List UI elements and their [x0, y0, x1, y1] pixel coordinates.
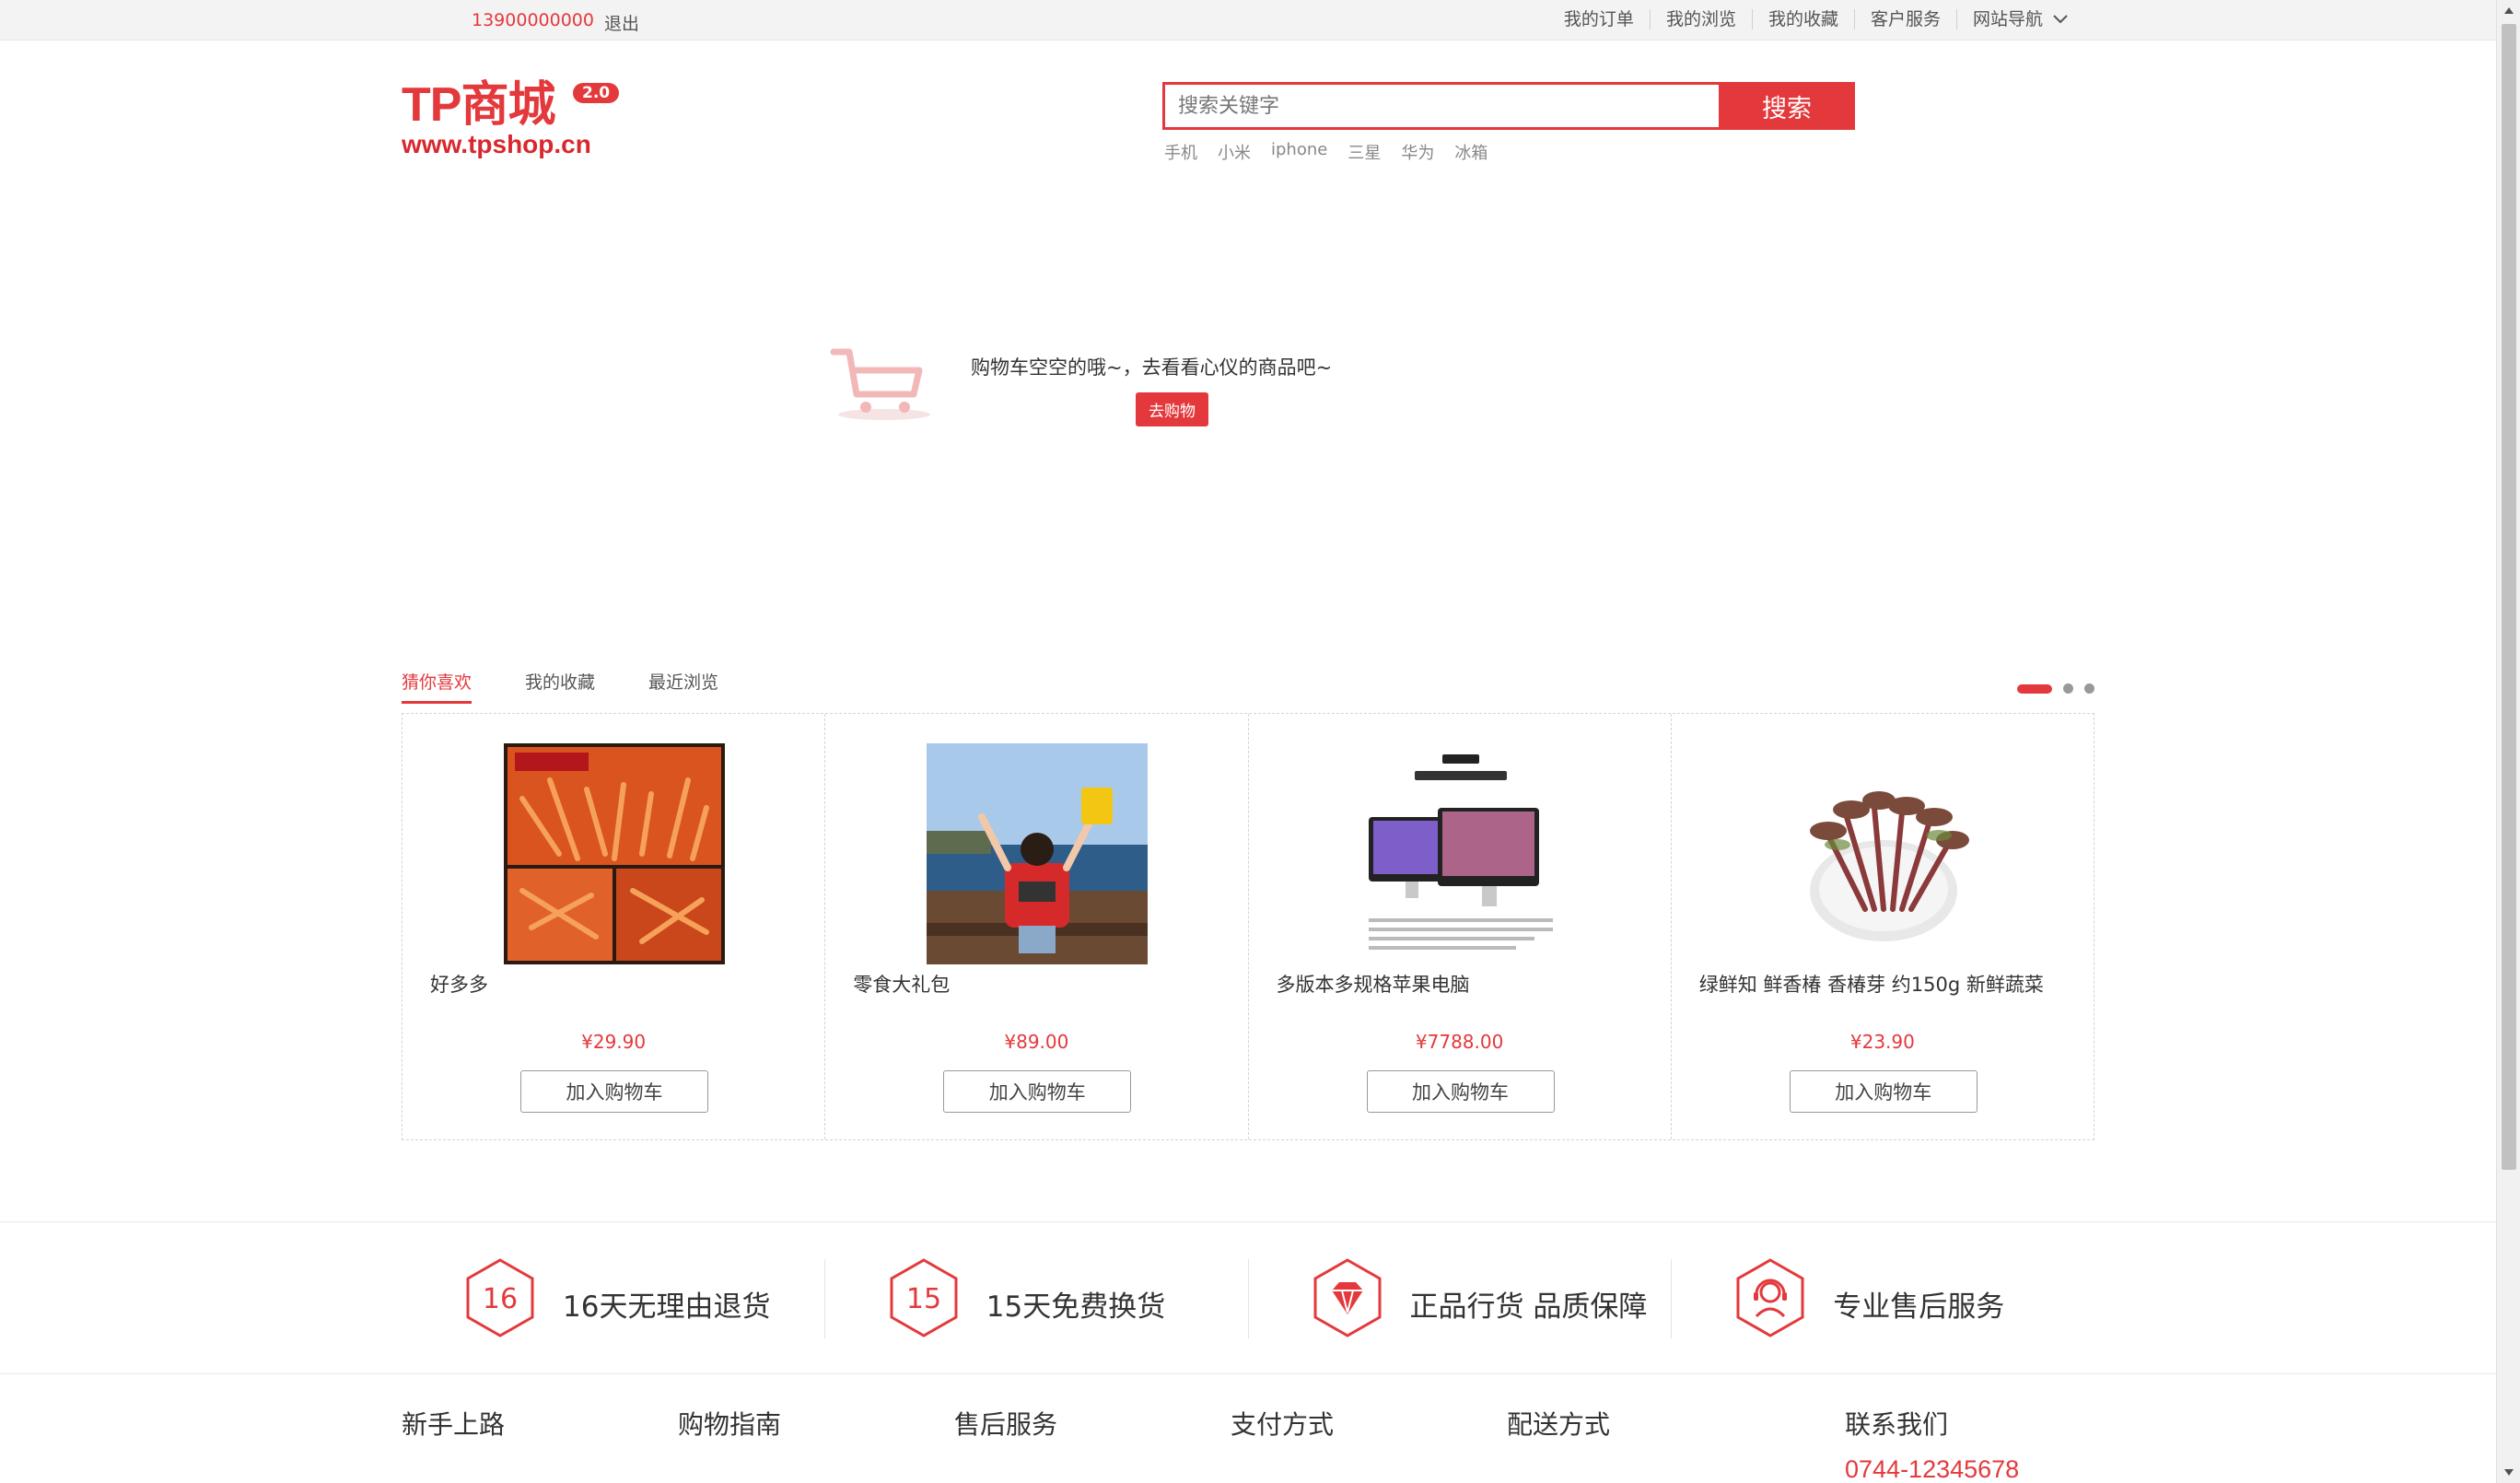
- product-price: ¥29.90: [581, 1031, 647, 1053]
- carousel-dot[interactable]: [2084, 683, 2094, 694]
- badge-16-icon: 16: [466, 1258, 534, 1337]
- product-list: 好多多 ¥29.90 加入购物车 零食大礼包 ¥89.00 加入购物车 多版本多…: [402, 713, 2094, 1140]
- my-orders-link[interactable]: 我的订单: [1548, 9, 1651, 29]
- hotword-link[interactable]: 手机: [1164, 140, 1197, 164]
- top-bar: 13900000000 退出 我的订单 我的浏览 我的收藏 客户服务 网站导航: [0, 0, 2496, 41]
- scroll-down-arrow-icon[interactable]: [2504, 1469, 2514, 1476]
- product-card: 绿鲜知 鲜香椿 香椿芽 约150g 新鲜蔬菜 ¥23.90 加入购物车: [1672, 714, 2094, 1139]
- product-card: 零食大礼包 ¥89.00 加入购物车: [825, 714, 1249, 1139]
- site-logo[interactable]: TP商城 2.0 www.tpshop.cn: [402, 77, 632, 166]
- product-price: ¥23.90: [1849, 1031, 1915, 1053]
- hot-keywords: 手机 小米 iphone 三星 华为 冰箱: [1164, 140, 1508, 164]
- footer-col-title: 支付方式: [1231, 1409, 1335, 1440]
- badge-number: 16: [483, 1283, 518, 1315]
- my-browsing-link[interactable]: 我的浏览: [1651, 9, 1753, 29]
- product-card: 好多多 ¥29.90 加入购物车: [402, 714, 826, 1139]
- support-agent-icon: [1736, 1258, 1804, 1337]
- hotword-link[interactable]: 小米: [1218, 140, 1251, 164]
- empty-cart-icon: [830, 348, 930, 420]
- girl-at-sea-image[interactable]: [927, 743, 1149, 964]
- service-item: 16 16天无理由退货: [402, 1258, 825, 1338]
- scrollbar-thumb[interactable]: [2502, 24, 2516, 1170]
- chevron-down-icon[interactable]: [2050, 9, 2071, 29]
- carousel-indicator: [2017, 683, 2094, 694]
- logout-link[interactable]: 退出: [604, 10, 639, 35]
- product-name[interactable]: 好多多: [430, 970, 488, 998]
- site-nav-link[interactable]: 网站导航: [1957, 9, 2050, 29]
- product-price: ¥7788.00: [1415, 1031, 1504, 1053]
- vertical-scrollbar[interactable]: [2496, 0, 2520, 1483]
- hotword-link[interactable]: 冰箱: [1454, 140, 1488, 164]
- go-shopping-button[interactable]: 去购物: [1136, 392, 1208, 426]
- top-links: 我的订单 我的浏览 我的收藏 客户服务 网站导航: [1548, 9, 2071, 29]
- product-name[interactable]: 绿鲜知 鲜香椿 香椿芽 约150g 新鲜蔬菜: [1699, 970, 2044, 998]
- add-to-cart-button[interactable]: 加入购物车: [520, 1070, 708, 1113]
- add-to-cart-button[interactable]: 加入购物车: [1789, 1070, 1978, 1113]
- service-item: 专业售后服务: [1672, 1258, 2094, 1338]
- search-bar: 搜索: [1162, 82, 1855, 130]
- add-to-cart-button[interactable]: 加入购物车: [943, 1070, 1132, 1113]
- service-item: 正品行货 品质保障: [1249, 1258, 1673, 1338]
- recommend-tabs: 猜你喜欢 我的收藏 最近浏览: [402, 669, 772, 704]
- diamond-icon: [1313, 1258, 1381, 1337]
- hotword-link[interactable]: iphone: [1271, 140, 1327, 164]
- add-to-cart-button[interactable]: 加入购物车: [1366, 1070, 1555, 1113]
- service-guarantee-bar: 16 16天无理由退货 15 15天免费换货 正品行货 品质保障 专业售后服务: [0, 1221, 2496, 1374]
- product-name[interactable]: 多版本多规格苹果电脑: [1277, 970, 1470, 998]
- service-text: 专业售后服务: [1833, 1290, 2005, 1324]
- scroll-up-arrow-icon[interactable]: [2504, 7, 2514, 14]
- empty-cart-message: 购物车空空的哦~，去看看心仪的商品吧~: [971, 356, 1333, 379]
- service-text: 正品行货 品质保障: [1409, 1290, 1648, 1324]
- search-button[interactable]: 搜索: [1719, 82, 1855, 130]
- hotword-link[interactable]: 华为: [1401, 140, 1434, 164]
- footer-col-title: 配送方式: [1507, 1409, 1611, 1440]
- hotword-link[interactable]: 三星: [1348, 140, 1381, 164]
- tab-guess-you-like[interactable]: 猜你喜欢: [402, 669, 472, 704]
- product-price: ¥89.00: [1004, 1031, 1069, 1053]
- product-name[interactable]: 零食大礼包: [853, 970, 950, 998]
- badge-15-icon: 15: [890, 1258, 958, 1337]
- footer-col-title: 售后服务: [954, 1409, 1058, 1440]
- carousel-dot[interactable]: [2063, 683, 2073, 694]
- toona-sprout-image[interactable]: [1772, 743, 1994, 964]
- service-item: 15 15天免费换货: [825, 1258, 1249, 1338]
- tab-my-favorites[interactable]: 我的收藏: [525, 669, 595, 704]
- logo-url-text: www.tpshop.cn: [402, 130, 591, 158]
- carousel-dot-active[interactable]: [2017, 683, 2052, 694]
- footer-col-title: 联系我们: [1845, 1409, 1949, 1440]
- imac-image[interactable]: [1349, 743, 1571, 964]
- version-badge: 2.0: [573, 83, 620, 103]
- contact-phone: 0744-12345678: [1845, 1455, 2020, 1483]
- spicy-snack-image[interactable]: [504, 743, 725, 964]
- footer-col-title: 新手上路: [402, 1409, 506, 1440]
- customer-service-link[interactable]: 客户服务: [1855, 9, 1957, 29]
- product-card: 多版本多规格苹果电脑 ¥7788.00 加入购物车: [1249, 714, 1672, 1139]
- service-text: 16天无理由退货: [563, 1290, 771, 1324]
- footer-col-title: 购物指南: [678, 1409, 782, 1440]
- badge-number: 15: [906, 1283, 941, 1315]
- tab-recent-views[interactable]: 最近浏览: [648, 669, 718, 704]
- user-phone-link[interactable]: 13900000000: [472, 10, 594, 30]
- my-favorites-link[interactable]: 我的收藏: [1753, 9, 1855, 29]
- service-text: 15天免费换货: [986, 1290, 1166, 1324]
- search-input[interactable]: [1162, 82, 1719, 130]
